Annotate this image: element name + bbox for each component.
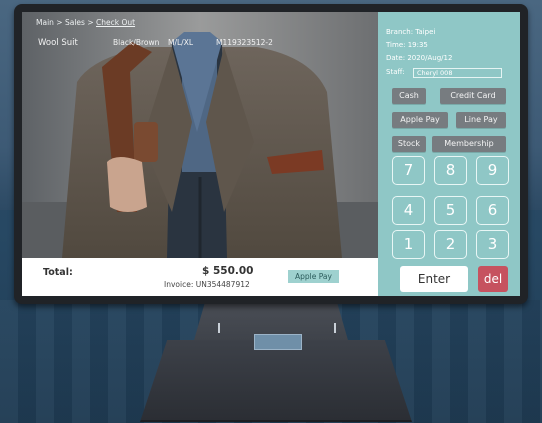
time-info: Time: 19:35 (386, 41, 428, 49)
product-photo: Main > Sales > Check Out Wool Suit Black… (22, 12, 378, 258)
breadcrumb-separator: > (84, 18, 96, 27)
totals-bar: Total: $ 550.00 Invoice: UN354487912 App… (22, 258, 378, 296)
keypad-2[interactable]: 2 (434, 230, 467, 259)
credit-card-button[interactable]: Credit Card (440, 88, 506, 104)
stock-button[interactable]: Stock (392, 136, 426, 152)
selected-payment-badge: Apple Pay (288, 270, 339, 283)
product-size: M/L/XL (168, 38, 194, 47)
breadcrumb-sales[interactable]: Sales (65, 18, 85, 27)
keypad-1[interactable]: 1 (392, 230, 425, 259)
invoice-number: Invoice: UN354487912 (164, 280, 250, 289)
staff-field[interactable]: Cheryl 008 (413, 68, 502, 78)
product-name: Wool Suit (38, 38, 78, 48)
total-label: Total: (43, 267, 73, 278)
pos-screen: Main > Sales > Check Out Wool Suit Black… (22, 12, 520, 296)
enter-button[interactable]: Enter (400, 266, 468, 292)
monitor-stand-base (140, 340, 412, 422)
monitor-bezel: Main > Sales > Check Out Wool Suit Black… (14, 4, 528, 304)
keypad-3[interactable]: 3 (476, 230, 509, 259)
membership-button[interactable]: Membership (432, 136, 506, 152)
product-sku: M119323512-2 (216, 38, 273, 47)
keypad-6[interactable]: 6 (476, 196, 509, 225)
breadcrumb: Main > Sales > Check Out (36, 18, 135, 27)
stand-cable-slot (254, 334, 302, 350)
keypad-5[interactable]: 5 (434, 196, 467, 225)
total-amount: $ 550.00 (202, 265, 254, 277)
staff-label: Staff: (386, 68, 405, 76)
model-photo-illustration (22, 12, 378, 258)
control-panel: Branch: Taipei Time: 19:35 Date: 2020/Au… (378, 12, 520, 296)
apple-pay-button[interactable]: Apple Pay (392, 112, 448, 128)
keypad-4[interactable]: 4 (392, 196, 425, 225)
cash-button[interactable]: Cash (392, 88, 426, 104)
stand-mark-left (218, 323, 220, 333)
breadcrumb-separator: > (53, 18, 65, 27)
keypad-8[interactable]: 8 (434, 156, 467, 185)
breadcrumb-current[interactable]: Check Out (96, 18, 135, 27)
product-color: Black/Brown (113, 38, 160, 47)
delete-button[interactable]: del (478, 266, 508, 292)
keypad-7[interactable]: 7 (392, 156, 425, 185)
keypad-9[interactable]: 9 (476, 156, 509, 185)
line-pay-button[interactable]: Line Pay (456, 112, 506, 128)
breadcrumb-main[interactable]: Main (36, 18, 54, 27)
branch-info: Branch: Taipei (386, 28, 436, 36)
date-info: Date: 2020/Aug/12 (386, 54, 453, 62)
stand-mark-right (334, 323, 336, 333)
